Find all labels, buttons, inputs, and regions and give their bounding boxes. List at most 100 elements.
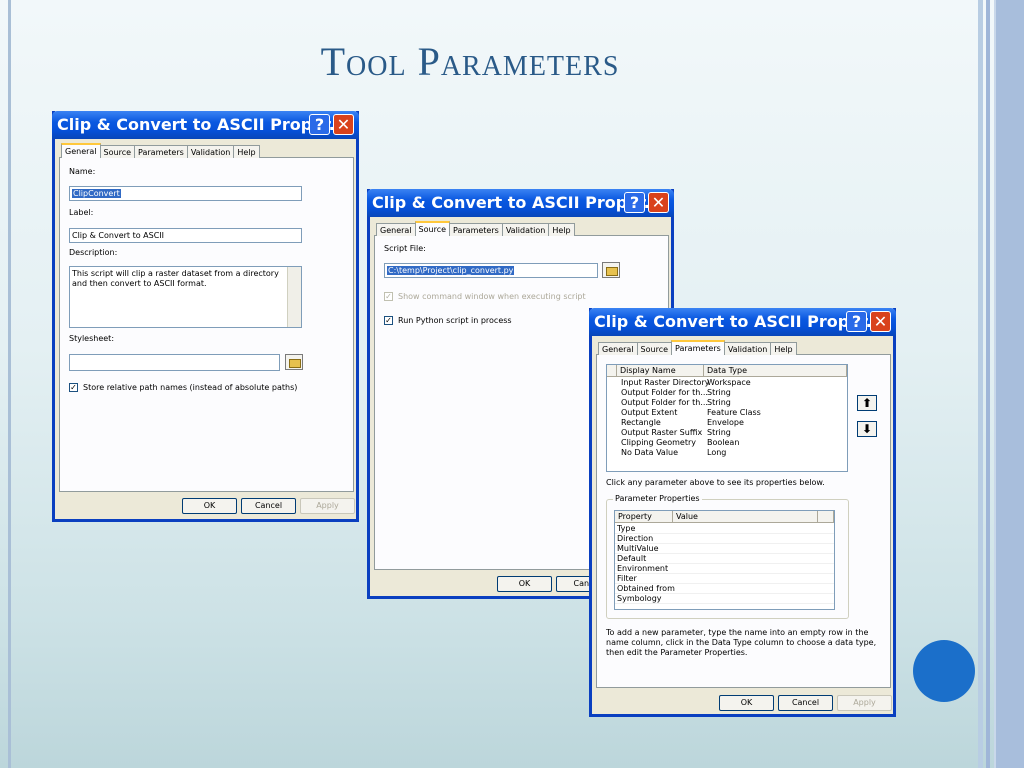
name-label: Name:	[69, 167, 96, 176]
footer-instructions-line2: name column, click in the Data Type colu…	[606, 638, 877, 647]
value-header[interactable]: Value	[673, 511, 818, 523]
stylesheet-field[interactable]	[69, 354, 280, 371]
property-grid[interactable]: Property Value Type Direction MultiValue De…	[614, 510, 835, 610]
parameter-row[interactable]: No Data Value Long	[607, 448, 847, 458]
parameter-row[interactable]: Output Raster Suffix String	[607, 428, 847, 438]
tab-general[interactable]: General	[61, 143, 101, 158]
property-row[interactable]: Direction	[615, 534, 834, 544]
help-button[interactable]: ?	[624, 192, 645, 213]
help-button[interactable]: ?	[846, 311, 867, 332]
property-row[interactable]: Environment	[615, 564, 834, 574]
dialog-titlebar: Clip & Convert to ASCII Proper... ? ✕	[367, 189, 674, 217]
run-in-process-label: Run Python script in process	[398, 316, 512, 325]
param-display-name: Clipping Geometry	[621, 438, 696, 447]
parameter-row[interactable]: Output Folder for th... String	[607, 398, 847, 408]
property-row[interactable]: Symbology	[615, 594, 834, 604]
help-button[interactable]: ?	[309, 114, 330, 135]
parameter-grid[interactable]: Display Name Data Type Input Raster Dire…	[606, 364, 848, 472]
browse-stylesheet-icon[interactable]	[285, 354, 303, 370]
move-up-button[interactable]: ⬆	[857, 395, 877, 411]
tab-parameters[interactable]: Parameters	[449, 223, 503, 236]
script-file-field[interactable]: C:\temp\Project\clip_convert.py	[384, 263, 598, 278]
property-row[interactable]: Filter	[615, 574, 834, 584]
script-file-value: C:\temp\Project\clip_convert.py	[387, 266, 515, 275]
property-grid-corner	[818, 511, 834, 523]
param-data-type: String	[707, 428, 731, 437]
param-display-name: Output Raster Suffix	[621, 428, 703, 437]
data-type-header[interactable]: Data Type	[704, 365, 847, 377]
tab-validation[interactable]: Validation	[186, 145, 235, 158]
param-display-name: Output Folder for th...	[621, 398, 708, 407]
footer-instructions-line3: then edit the Parameter Properties.	[606, 648, 748, 657]
slide-title: Tool Parameters	[320, 39, 620, 84]
param-display-name: Input Raster Directory	[621, 378, 710, 387]
property-row[interactable]: MultiValue	[615, 544, 834, 554]
tab-general[interactable]: General	[376, 223, 416, 236]
move-down-button[interactable]: ⬇	[857, 421, 877, 437]
relative-paths-checkbox[interactable]: ✓	[69, 383, 78, 392]
parameter-row[interactable]: Rectangle Envelope	[607, 418, 847, 428]
show-command-window-checkbox[interactable]: ✓	[384, 292, 393, 301]
ok-button[interactable]: OK	[719, 695, 774, 711]
parameter-row[interactable]: Output Extent Feature Class	[607, 408, 847, 418]
description-value: This script will clip a raster dataset f…	[72, 269, 279, 288]
show-command-window-label: Show command window when executing scrip…	[398, 292, 586, 301]
label-field[interactable]: Clip & Convert to ASCII	[69, 228, 302, 243]
close-button[interactable]: ✕	[648, 192, 669, 213]
name-field[interactable]: ClipConvert	[69, 186, 302, 201]
properties-dialog-general: Clip & Convert to ASCII Proper... ? ✕ Ge…	[52, 111, 359, 522]
tab-validation[interactable]: Validation	[501, 223, 550, 236]
tab-source[interactable]: Source	[414, 221, 451, 236]
close-button[interactable]: ✕	[333, 114, 354, 135]
property-row[interactable]: Type	[615, 524, 834, 534]
right-frame-bar	[994, 0, 1024, 768]
description-field[interactable]: This script will clip a raster dataset f…	[69, 266, 302, 328]
parameter-row[interactable]: Clipping Geometry Boolean	[607, 438, 847, 448]
property-name: Default	[617, 554, 647, 563]
parameter-row[interactable]: Output Folder for th... String	[607, 388, 847, 398]
dialog-title: Clip & Convert to ASCII Proper...	[372, 193, 662, 212]
param-display-name: Output Extent	[621, 408, 678, 417]
tab-parameters[interactable]: Parameters	[671, 340, 725, 355]
close-button[interactable]: ✕	[870, 311, 891, 332]
apply-button[interactable]: Apply	[300, 498, 355, 514]
left-frame-line	[8, 0, 11, 768]
property-name: MultiValue	[617, 544, 659, 553]
property-row[interactable]: Obtained from	[615, 584, 834, 594]
description-scrollbar[interactable]	[287, 267, 301, 327]
param-display-name: Output Folder for th...	[621, 388, 708, 397]
cancel-button[interactable]: Cancel	[778, 695, 833, 711]
cancel-button[interactable]: Cancel	[241, 498, 296, 514]
param-display-name: No Data Value	[621, 448, 679, 457]
tab-help[interactable]: Help	[233, 145, 260, 158]
param-data-type: String	[707, 398, 731, 407]
parameter-row[interactable]: Input Raster Directory Workspace	[607, 378, 847, 388]
ok-button[interactable]: OK	[182, 498, 237, 514]
display-name-header[interactable]: Display Name	[617, 365, 704, 377]
tab-source[interactable]: Source	[99, 145, 136, 158]
tab-validation[interactable]: Validation	[723, 342, 772, 355]
tab-help[interactable]: Help	[548, 223, 575, 236]
relative-paths-label: Store relative path names (instead of ab…	[83, 383, 298, 392]
property-header[interactable]: Property	[615, 511, 673, 523]
param-grid-selector-header	[607, 365, 617, 377]
param-data-type: Feature Class	[707, 408, 761, 417]
name-value: ClipConvert	[72, 189, 121, 198]
tab-bar: General Source Parameters Validation Help	[61, 143, 260, 158]
apply-button[interactable]: Apply	[837, 695, 892, 711]
tab-source[interactable]: Source	[636, 342, 673, 355]
property-name: Environment	[617, 564, 669, 573]
run-in-process-checkbox[interactable]: ✓	[384, 316, 393, 325]
stylesheet-label: Stylesheet:	[69, 334, 115, 343]
tab-parameters[interactable]: Parameters	[134, 145, 188, 158]
tab-general[interactable]: General	[598, 342, 638, 355]
property-name: Type	[617, 524, 636, 533]
dialog-title: Clip & Convert to ASCII Proper...	[594, 312, 884, 331]
right-frame-bar	[986, 0, 990, 768]
tab-help[interactable]: Help	[770, 342, 797, 355]
browse-script-icon[interactable]	[602, 262, 620, 278]
property-row[interactable]: Default	[615, 554, 834, 564]
ok-button[interactable]: OK	[497, 576, 552, 592]
label-label: Label:	[69, 208, 94, 217]
decorative-circle	[913, 640, 975, 702]
